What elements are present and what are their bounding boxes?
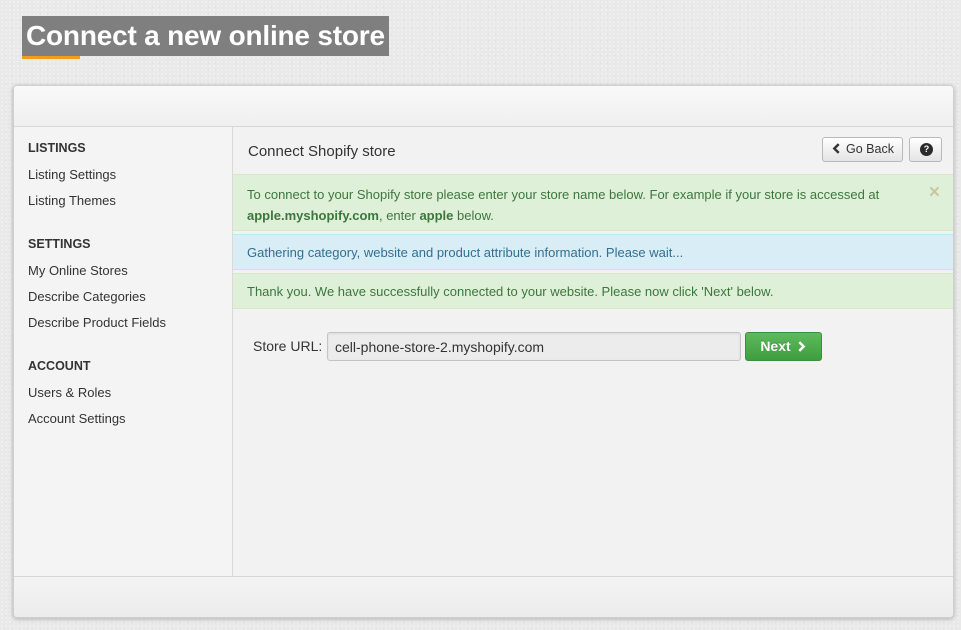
sidebar-item-users-roles[interactable]: Users & Roles (28, 385, 111, 400)
go-back-label: Go Back (846, 142, 894, 156)
success-text: Thank you. We have successfully connecte… (247, 284, 774, 299)
sidebar-item-describe-categories[interactable]: Describe Categories (28, 289, 146, 304)
instructions-example-name: apple (419, 208, 454, 223)
instructions-text-3: below. (453, 208, 494, 223)
page-title: Connect a new online store (22, 16, 389, 56)
success-alert: Thank you. We have successfully connecte… (233, 273, 953, 309)
instructions-example-domain: apple.myshopify.com (247, 208, 379, 223)
panel-header (14, 86, 953, 127)
sidebar-heading-account: ACCOUNT (28, 359, 91, 373)
help-button[interactable]: ? (909, 137, 942, 162)
store-url-label: Store URL: (253, 338, 323, 354)
question-circle-icon: ? (920, 143, 933, 156)
content-title: Connect Shopify store (248, 143, 396, 160)
go-back-button[interactable]: Go Back (822, 137, 903, 162)
sidebar-item-describe-product-fields[interactable]: Describe Product Fields (28, 315, 166, 330)
sidebar: LISTINGS Listing Settings Listing Themes… (14, 127, 233, 577)
title-accent-bar (22, 56, 80, 59)
sidebar-item-listing-settings[interactable]: Listing Settings (28, 167, 116, 182)
instructions-alert: To connect to your Shopify store please … (233, 174, 953, 231)
instructions-text-1: To connect to your Shopify store please … (247, 187, 880, 202)
content-area: Connect Shopify store Go Back ? To conne… (233, 127, 953, 577)
progress-alert: Gathering category, website and product … (233, 234, 953, 270)
close-alert-icon[interactable]: × (929, 183, 940, 203)
next-button[interactable]: Next (745, 332, 822, 361)
panel-footer (14, 576, 953, 617)
chevron-left-icon (832, 143, 840, 154)
sidebar-heading-listings: LISTINGS (28, 141, 86, 155)
sidebar-heading-settings: SETTINGS (28, 237, 91, 251)
instructions-text-2: , enter (378, 208, 420, 223)
main-panel: LISTINGS Listing Settings Listing Themes… (13, 85, 954, 618)
sidebar-item-my-online-stores[interactable]: My Online Stores (28, 263, 128, 278)
sidebar-item-listing-themes[interactable]: Listing Themes (28, 193, 116, 208)
next-label: Next (760, 338, 791, 354)
chevron-right-icon (798, 341, 806, 352)
progress-text: Gathering category, website and product … (247, 245, 684, 260)
sidebar-item-account-settings[interactable]: Account Settings (28, 411, 126, 426)
store-url-input[interactable] (327, 332, 741, 361)
